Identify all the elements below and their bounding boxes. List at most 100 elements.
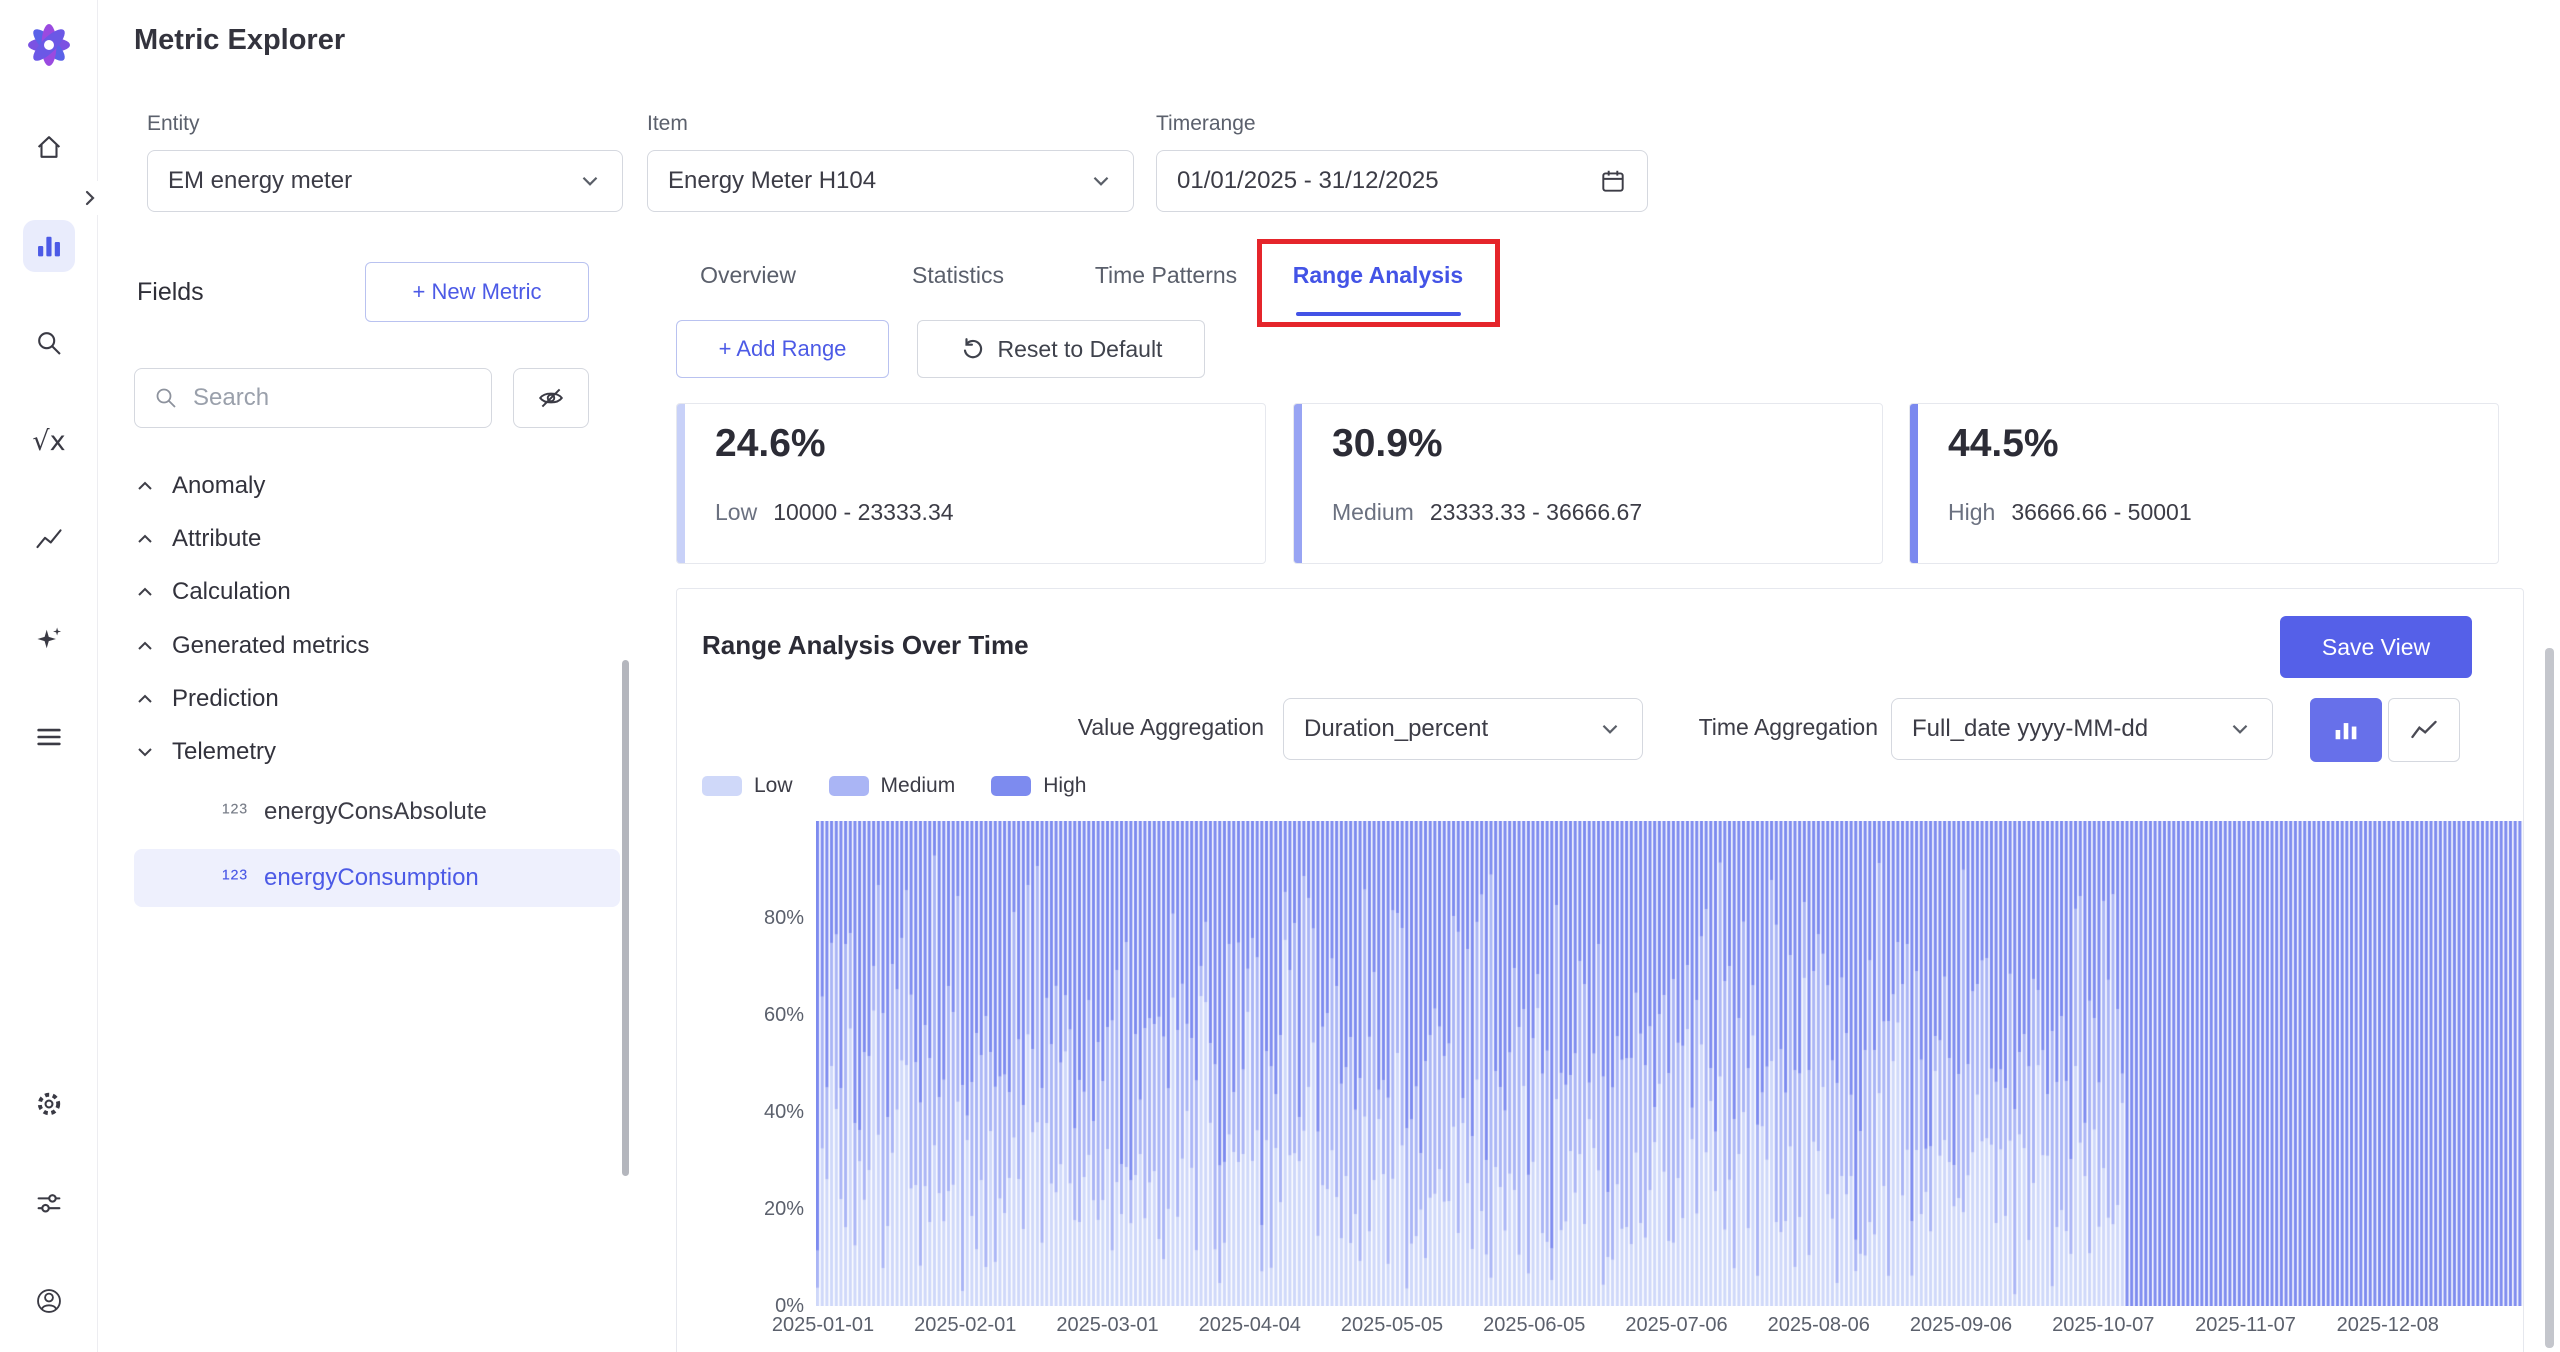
item-select-value: Energy Meter H104 — [668, 167, 876, 195]
field-item-energyconsumption[interactable]: ¹²³ energyConsumption — [134, 849, 620, 907]
user-profile-button[interactable] — [23, 1275, 75, 1327]
fields-panel-title: Fields — [137, 278, 204, 307]
reset-icon — [960, 336, 986, 362]
hamburger-menu-icon — [34, 722, 64, 752]
nav-formulas-button[interactable]: √x — [23, 415, 75, 467]
field-section-telemetry[interactable]: Telemetry — [134, 725, 604, 778]
field-section-prediction[interactable]: Prediction — [134, 672, 604, 725]
section-label: Anomaly — [172, 472, 265, 500]
value-aggregation-select[interactable]: Duration_percent — [1283, 698, 1643, 760]
nav-ai-button[interactable] — [23, 613, 75, 665]
x-axis-tick-label: 2025-09-06 — [1910, 1314, 2012, 1337]
app-logo-icon[interactable] — [24, 20, 74, 70]
field-item-energyconsabsolute[interactable]: ¹²³ energyConsAbsolute — [134, 784, 620, 840]
value-aggregation-label: Value Aggregation — [1014, 714, 1264, 741]
tab-range-analysis[interactable]: Range Analysis — [1293, 262, 1463, 289]
legend-swatch — [991, 776, 1031, 796]
timerange-label: Timerange — [1156, 112, 1256, 136]
range-percent: 30.9% — [1332, 422, 1443, 466]
eye-off-icon — [537, 384, 565, 412]
x-axis-tick-label: 2025-11-07 — [2195, 1314, 2296, 1337]
save-view-button[interactable]: Save View — [2280, 616, 2472, 678]
chevron-up-icon — [134, 528, 156, 550]
number-type-icon: ¹²³ — [222, 799, 248, 826]
sliders-icon — [34, 1188, 64, 1218]
fields-panel-scrollbar[interactable] — [622, 660, 629, 1176]
sidebar-expand-button[interactable] — [74, 181, 106, 215]
tab-statistics[interactable]: Statistics — [912, 262, 1004, 289]
x-axis-tick-label: 2025-01-01 — [772, 1314, 874, 1337]
x-axis-tick-label: 2025-05-05 — [1341, 1314, 1443, 1337]
legend-label: High — [1043, 774, 1086, 798]
window-scrollbar[interactable] — [2545, 648, 2554, 1348]
x-axis-tick-label: 2025-07-06 — [1625, 1314, 1727, 1337]
timerange-input[interactable]: 01/01/2025 - 31/12/2025 — [1156, 150, 1648, 212]
field-section-attribute[interactable]: Attribute — [134, 512, 604, 565]
chevron-up-icon — [134, 635, 156, 657]
field-section-calculation[interactable]: Calculation — [134, 565, 604, 618]
add-range-button[interactable]: + Add Range — [676, 320, 889, 378]
new-metric-button[interactable]: + New Metric — [365, 262, 589, 322]
nav-menu-button[interactable] — [23, 711, 75, 763]
stat-card-accent — [677, 404, 685, 563]
chevron-up-icon — [134, 475, 156, 497]
tab-time-patterns[interactable]: Time Patterns — [1095, 262, 1237, 289]
search-input[interactable] — [193, 384, 473, 412]
legend-item-high: High — [991, 774, 1086, 798]
reset-label: Reset to Default — [998, 336, 1163, 363]
field-section-anomaly[interactable]: Anomaly — [134, 459, 604, 512]
calendar-icon[interactable] — [1599, 167, 1627, 195]
y-axis-tick-label: 60% — [764, 1003, 804, 1027]
metric-explorer-app: √x — [0, 0, 2560, 1352]
legend-swatch — [702, 776, 742, 796]
nav-explore-button[interactable] — [23, 317, 75, 369]
x-axis-tick-label: 2025-04-04 — [1199, 1314, 1301, 1337]
x-axis-tick-label: 2025-02-01 — [914, 1314, 1016, 1337]
item-label: Item — [647, 112, 688, 136]
preferences-button[interactable] — [23, 1177, 75, 1229]
nav-trends-button[interactable] — [23, 513, 75, 565]
timerange-value: 01/01/2025 - 31/12/2025 — [1177, 167, 1439, 195]
range-percent: 24.6% — [715, 422, 826, 466]
y-axis-tick-label: 20% — [764, 1197, 804, 1221]
chevron-up-icon — [134, 581, 156, 603]
range-label: Low — [715, 499, 757, 526]
field-item-label: energyConsAbsolute — [264, 798, 487, 826]
entity-select[interactable]: EM energy meter — [147, 150, 623, 212]
range-bounds: 10000 - 23333.34 — [773, 499, 953, 526]
section-label: Attribute — [172, 525, 261, 553]
field-section-generated-metrics[interactable]: Generated metrics — [134, 619, 604, 672]
chevron-down-icon — [578, 169, 602, 193]
section-label: Calculation — [172, 578, 291, 606]
over-time-title: Range Analysis Over Time — [702, 630, 1029, 661]
range-label: High — [1948, 499, 1995, 526]
time-aggregation-select[interactable]: Full_date yyyy-MM-dd — [1891, 698, 2273, 760]
x-axis-tick-label: 2025-06-05 — [1483, 1314, 1585, 1337]
range-card-medium: 30.9% Medium 23333.33 - 36666.67 — [1293, 403, 1883, 564]
user-icon — [34, 1286, 64, 1316]
x-axis-tick-label: 2025-12-08 — [2337, 1314, 2439, 1337]
nav-metrics-button[interactable] — [23, 220, 75, 272]
chevron-down-icon — [1089, 169, 1113, 193]
settings-button[interactable] — [23, 1078, 75, 1130]
hide-fields-button[interactable] — [513, 368, 589, 428]
chevron-down-icon — [2228, 717, 2252, 741]
stat-card-accent — [1294, 404, 1302, 563]
chart-area — [816, 821, 2523, 1306]
legend-item-medium: Medium — [829, 774, 956, 798]
item-select[interactable]: Energy Meter H104 — [647, 150, 1134, 212]
fields-search-input[interactable] — [134, 368, 492, 428]
chart-legend: Low Medium High — [702, 774, 1086, 798]
bar-chart-toggle-button[interactable] — [2310, 698, 2382, 762]
legend-item-low: Low — [702, 774, 793, 798]
tab-overview[interactable]: Overview — [700, 262, 796, 289]
trend-line-icon — [34, 524, 64, 554]
nav-home-button[interactable] — [23, 121, 75, 173]
section-label: Generated metrics — [172, 632, 369, 660]
line-chart-toggle-button[interactable] — [2388, 698, 2460, 762]
reset-to-default-button[interactable]: Reset to Default — [917, 320, 1205, 378]
x-axis-labels: 2025-01-012025-02-012025-03-012025-04-04… — [816, 1314, 2523, 1344]
value-aggregation-value: Duration_percent — [1304, 715, 1488, 743]
range-analysis-chart — [816, 821, 2523, 1306]
line-chart-icon — [2409, 715, 2439, 745]
